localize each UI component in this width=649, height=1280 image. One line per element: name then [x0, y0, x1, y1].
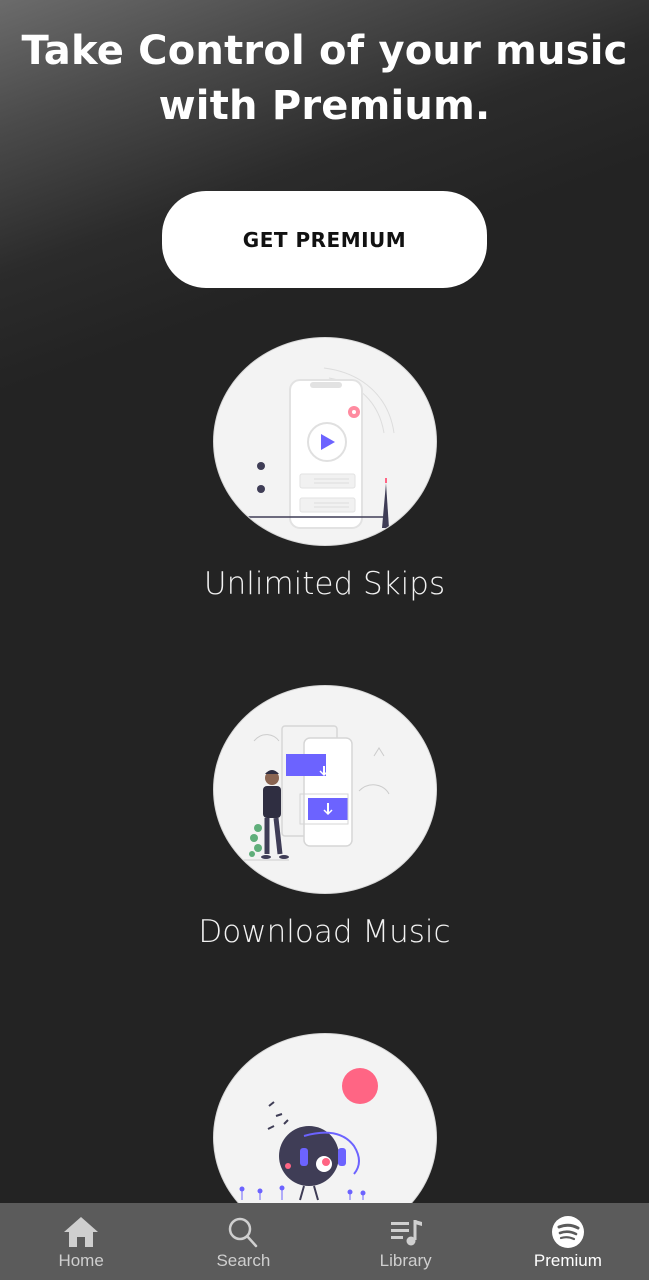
nav-item-library[interactable]: Library — [325, 1203, 487, 1280]
nav-label-premium: Premium — [533, 1251, 602, 1270]
spotify-icon — [551, 1216, 584, 1248]
download-music-illustration — [213, 685, 437, 894]
nav-item-home[interactable]: Home — [0, 1203, 162, 1280]
title-line-1: Take Control of your music — [21, 28, 628, 74]
unlimited-skips-illustration — [213, 337, 437, 546]
home-icon — [64, 1217, 99, 1247]
nav-label-search: Search — [216, 1251, 271, 1270]
library-icon — [390, 1220, 422, 1246]
feature-label-download-music: Download Music — [198, 914, 451, 950]
nav-item-search[interactable]: Search — [162, 1203, 324, 1280]
nav-label-home: Home — [58, 1251, 104, 1270]
get-premium-button[interactable]: GET PREMIUM — [162, 191, 487, 288]
title-line-2: with Premium. — [158, 83, 491, 129]
nav-label-library: Library — [379, 1251, 432, 1270]
bottom-navigation: Home Search Library Premium — [0, 1203, 649, 1280]
feature-label-unlimited-skips: Unlimited Skips — [203, 566, 446, 602]
search-icon — [229, 1217, 258, 1248]
page-title: Take Control of your music with Premium. — [0, 24, 649, 134]
nav-item-premium[interactable]: Premium — [487, 1203, 649, 1280]
